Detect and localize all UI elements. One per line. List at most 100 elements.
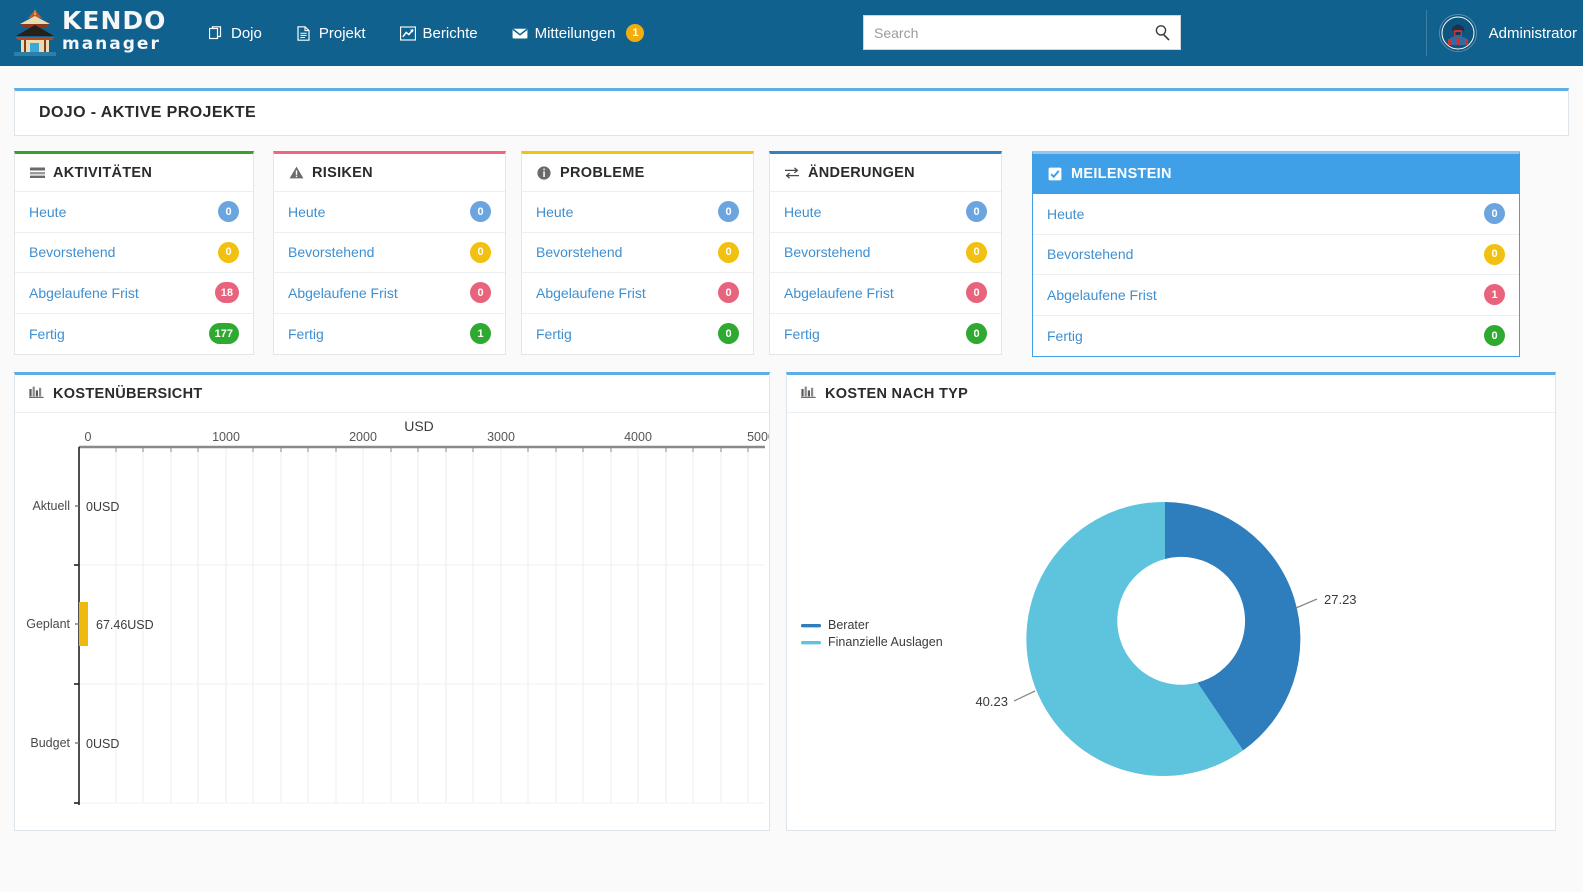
kpi-row-label: Abgelaufene Frist	[536, 285, 646, 301]
user-menu[interactable]: Administrator	[1426, 0, 1583, 66]
user-divider	[1426, 10, 1427, 56]
kpi-card-title: AKTIVITÄTEN	[53, 165, 152, 181]
xtick-0: 0	[85, 430, 92, 444]
top-navigation-bar: KENDO manager Dojo Projekt	[0, 0, 1583, 66]
kpi-card-row: AKTIVITÄTEN Heute 0 Bevorstehend 0 Abgel…	[14, 151, 1569, 357]
donut-value-finanzielle-auslagen: 40.23	[975, 694, 1008, 709]
bar-chart-icon	[801, 385, 816, 402]
kpi-card-header: ÄNDERUNGEN	[770, 154, 1001, 192]
kpi-row-abgelaufene-frist[interactable]: Abgelaufene Frist 0	[770, 273, 1001, 314]
kpi-card-header: MEILENSTEIN	[1033, 154, 1519, 194]
kpi-row-badge: 0	[218, 242, 239, 263]
nav-item-projekt[interactable]: Projekt	[294, 19, 368, 48]
kpi-row-badge: 1	[470, 323, 491, 344]
avatar[interactable]	[1439, 14, 1477, 52]
xtick-5000: 5000	[747, 430, 769, 444]
brand-name-secondary: manager	[62, 34, 166, 54]
mitteilungen-badge: 1	[626, 24, 644, 42]
kpi-card-title: ÄNDERUNGEN	[808, 165, 915, 181]
kpi-row-heute[interactable]: Heute 0	[274, 192, 505, 233]
xtick-3000: 3000	[487, 430, 515, 444]
kpi-row-bevorstehend[interactable]: Bevorstehend 0	[770, 233, 1001, 274]
kpi-row-abgelaufene-frist[interactable]: Abgelaufene Frist 0	[522, 273, 753, 314]
kpi-row-label: Heute	[1047, 206, 1084, 222]
cost-by-type-chart[interactable]: 27.23 40.23 Berater Finanzielle Auslagen	[787, 413, 1555, 831]
nav-label-berichte: Berichte	[423, 25, 478, 42]
kpi-row-label: Bevorstehend	[1047, 246, 1133, 262]
search-box[interactable]	[863, 15, 1181, 50]
nav-label-projekt: Projekt	[319, 25, 366, 42]
main-nav: Dojo Projekt Berichte	[206, 18, 646, 48]
kpi-row-badge: 0	[966, 323, 987, 344]
bar-category-budget: Budget	[30, 736, 70, 750]
search-input[interactable]	[864, 16, 1144, 49]
kpi-row-badge: 0	[966, 282, 987, 303]
cost-overview-chart[interactable]: USD 0 1000 2000 3000 4000 5000	[15, 413, 769, 831]
bar-category-geplant: Geplant	[26, 617, 70, 631]
kpi-row-heute[interactable]: Heute 0	[15, 192, 253, 233]
kpi-card-header: PROBLEME	[522, 154, 753, 192]
kpi-row-badge: 0	[470, 282, 491, 303]
nav-label-mitteilungen: Mitteilungen	[535, 25, 616, 42]
kpi-row-badge: 0	[966, 242, 987, 263]
donut-legend: Berater Finanzielle Auslagen	[801, 618, 943, 649]
kpi-row-label: Bevorstehend	[536, 244, 622, 260]
kpi-row-bevorstehend[interactable]: Bevorstehend 0	[15, 233, 253, 274]
kpi-row-label: Heute	[784, 204, 821, 220]
kpi-card-aktivitaeten[interactable]: AKTIVITÄTEN Heute 0 Bevorstehend 0 Abgel…	[14, 151, 254, 355]
kpi-row-label: Bevorstehend	[288, 244, 374, 260]
kpi-row-fertig[interactable]: Fertig 0	[522, 314, 753, 355]
kpi-row-heute[interactable]: Heute 0	[1033, 194, 1519, 235]
kpi-row-fertig[interactable]: Fertig 0	[770, 314, 1001, 355]
brand-name-primary: KENDO	[62, 8, 166, 34]
kpi-card-risiken[interactable]: RISIKEN Heute 0 Bevorstehend 0 Abgelaufe…	[273, 151, 506, 355]
nav-item-mitteilungen[interactable]: Mitteilungen 1	[510, 18, 647, 48]
kpi-row-fertig[interactable]: Fertig 177	[15, 314, 253, 355]
kpi-row-badge: 1	[1484, 284, 1505, 305]
xtick-2000: 2000	[349, 430, 377, 444]
kpi-row-abgelaufene-frist[interactable]: Abgelaufene Frist 18	[15, 273, 253, 314]
kpi-row-label: Heute	[29, 204, 66, 220]
nav-item-dojo[interactable]: Dojo	[206, 19, 264, 48]
legend-swatch-berater	[801, 624, 821, 627]
kpi-card-aenderungen[interactable]: ÄNDERUNGEN Heute 0 Bevorstehend 0 Abgela…	[769, 151, 1002, 355]
kpi-row-label: Abgelaufene Frist	[784, 285, 894, 301]
brand-logo[interactable]: KENDO manager	[0, 0, 168, 66]
chart-row: KOSTENÜBERSICHT	[14, 372, 1569, 831]
kpi-row-badge: 0	[966, 201, 987, 222]
bar-category-aktuell: Aktuell	[32, 499, 70, 513]
kpi-row-label: Fertig	[536, 326, 572, 342]
kpi-card-probleme[interactable]: PROBLEME Heute 0 Bevorstehend 0 Abgelauf…	[521, 151, 754, 355]
kpi-card-header: RISIKEN	[274, 154, 505, 192]
nav-item-berichte[interactable]: Berichte	[398, 19, 480, 48]
kpi-row-badge: 0	[470, 242, 491, 263]
cost-overview-panel: KOSTENÜBERSICHT	[14, 372, 770, 831]
bar-geplant[interactable]	[79, 602, 88, 646]
kpi-row-abgelaufene-frist[interactable]: Abgelaufene Frist 0	[274, 273, 505, 314]
chart-line-icon	[400, 25, 416, 41]
kpi-row-label: Heute	[288, 204, 325, 220]
kpi-row-label: Bevorstehend	[29, 244, 115, 260]
kpi-row-label: Fertig	[1047, 328, 1083, 344]
kpi-row-bevorstehend[interactable]: Bevorstehend 0	[1033, 235, 1519, 276]
donut-chart-svg[interactable]: 27.23 40.23 Berater Finanzielle Auslagen	[787, 413, 1555, 831]
kpi-row-heute[interactable]: Heute 0	[522, 192, 753, 233]
samurai-avatar-icon	[1441, 16, 1475, 50]
kpi-card-title: PROBLEME	[560, 165, 645, 181]
kpi-row-badge: 0	[1484, 325, 1505, 346]
kpi-card-title: RISIKEN	[312, 165, 373, 181]
kpi-row-bevorstehend[interactable]: Bevorstehend 0	[274, 233, 505, 274]
kpi-row-fertig[interactable]: Fertig 1	[274, 314, 505, 355]
legend-label-berater: Berater	[828, 618, 869, 632]
user-name[interactable]: Administrator	[1489, 25, 1577, 42]
kpi-row-heute[interactable]: Heute 0	[770, 192, 1001, 233]
kpi-row-bevorstehend[interactable]: Bevorstehend 0	[522, 233, 753, 274]
kpi-row-fertig[interactable]: Fertig 0	[1033, 316, 1519, 357]
kpi-row-abgelaufene-frist[interactable]: Abgelaufene Frist 1	[1033, 275, 1519, 316]
check-square-icon	[1047, 166, 1063, 182]
kpi-card-meilenstein[interactable]: MEILENSTEIN Heute 0 Bevorstehend 0 Abgel…	[1032, 151, 1520, 357]
bar-chart-svg[interactable]: USD 0 1000 2000 3000 4000 5000	[15, 413, 769, 831]
search-button[interactable]	[1144, 16, 1180, 49]
bar-chart-axis-title: USD	[404, 418, 434, 434]
cost-overview-header: KOSTENÜBERSICHT	[15, 375, 769, 413]
